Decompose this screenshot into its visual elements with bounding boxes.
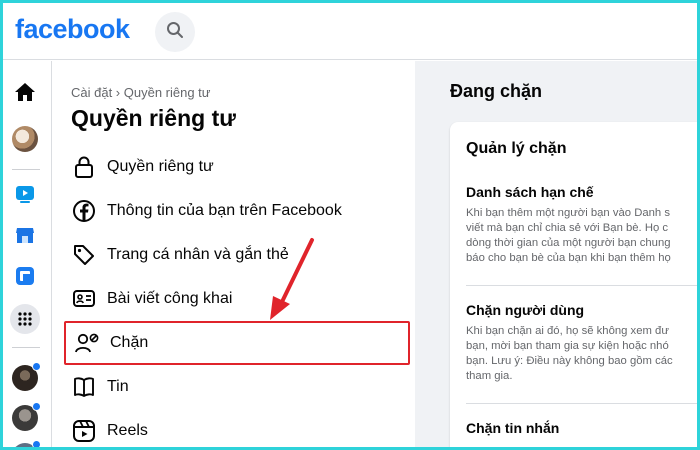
content-area: Đang chặn Quản lý chặn Danh sách hạn chế… [415,61,700,450]
home-icon [14,81,36,108]
manage-blocking-card: Quản lý chặn Danh sách hạn chế Khi bạn t… [450,122,700,450]
menu-grid-icon [10,304,40,334]
menu-item-label: Quyền riêng tư [107,158,214,175]
restricted-list-section[interactable]: Danh sách hạn chế Khi bạn thêm một người… [466,184,700,266]
card-title: Quản lý chặn [466,140,567,157]
lock-icon [69,152,99,182]
left-navigation-rail [0,61,52,450]
search-icon [166,21,184,44]
marketplace-button[interactable] [10,222,40,252]
menu-item-privacy[interactable]: Quyền riêng tư [63,145,409,189]
section-text: viết mà bạn chỉ chia sẻ với Bạn bè. Họ c [466,222,669,234]
menu-item-public-posts[interactable]: Bài viết công khai [63,277,409,321]
section-text: bạn, mời bạn tham gia sự kiện hoặc nhó [466,340,669,352]
facebook-logo[interactable]: facebook [15,14,130,45]
menu-item-blocking[interactable]: Chặn [64,321,410,365]
search-button[interactable] [155,12,195,52]
annotation-arrow [270,238,314,320]
menu-item-label: Chặn [110,334,149,351]
section-title: Chặn tin nhắn [466,420,560,436]
gaming-button[interactable] [10,263,40,293]
block-messages-section[interactable]: Chặn tin nhắn [466,420,700,442]
home-button[interactable] [10,79,40,109]
public-post-icon [69,284,99,314]
menu-item-label: Tin [107,378,129,395]
block-users-section[interactable]: Chặn người dùng Khi bạn chặn ai đó, họ s… [466,302,700,384]
section-text: báo cho bạn bè của bạn khi bạn thêm họ [466,252,671,264]
shortcut-item[interactable] [10,402,41,433]
facebook-icon [69,196,99,226]
section-text: Khi bạn chặn ai đó, họ sẽ không xem đư [466,325,669,337]
section-divider [466,403,700,404]
content-title: Đang chặn [450,81,543,101]
notification-dot [32,402,41,411]
section-title: Danh sách hạn chế [466,184,594,200]
profile-button[interactable] [10,124,40,154]
section-text: Khi bạn thêm một người bạn vào Danh s [466,207,670,219]
shortcut-avatar [12,402,41,431]
section-text: dòng thời gian của một người bạn chung [466,237,671,249]
notification-dot [32,362,41,371]
video-icon [14,183,36,210]
section-text: tham gia. [466,370,513,382]
section-title: Chặn người dùng [466,302,585,318]
video-button[interactable] [10,181,40,211]
notification-dot [32,440,41,449]
gaming-icon [14,265,36,292]
shortcut-avatar [12,440,41,450]
menu-item-reels[interactable]: Reels [63,409,409,450]
shortcut-avatar [12,362,41,391]
all-menu-button[interactable] [10,304,40,334]
top-bar: facebook [0,0,700,60]
menu-item-label: Reels [107,422,148,439]
shortcut-item[interactable] [10,362,41,393]
tag-icon [69,240,99,270]
reels-icon [69,416,99,446]
page-title: Quyền riêng tư [71,105,236,131]
section-divider [466,285,700,286]
privacy-settings-menu: Cài đặt › Quyền riêng tư Quyền riêng tư … [53,61,415,450]
marketplace-icon [14,224,36,251]
menu-item-stories[interactable]: Tin [63,365,409,409]
block-user-icon [72,328,102,358]
shortcut-item[interactable] [10,440,41,450]
menu-item-profile-and-tagging[interactable]: Trang cá nhân và gắn thẻ [63,233,409,277]
breadcrumb[interactable]: Cài đặt › Quyền riêng tư [71,85,211,100]
rail-divider [12,347,40,348]
stories-icon [69,372,99,402]
profile-avatar [12,126,38,152]
menu-item-label: Thông tin của bạn trên Facebook [107,202,342,219]
menu-item-label: Bài viết công khai [107,290,233,307]
rail-divider [12,169,40,170]
section-text: bạn. Lưu ý: Điều này không bao gồm các [466,355,673,367]
menu-item-your-facebook-info[interactable]: Thông tin của bạn trên Facebook [63,189,409,233]
